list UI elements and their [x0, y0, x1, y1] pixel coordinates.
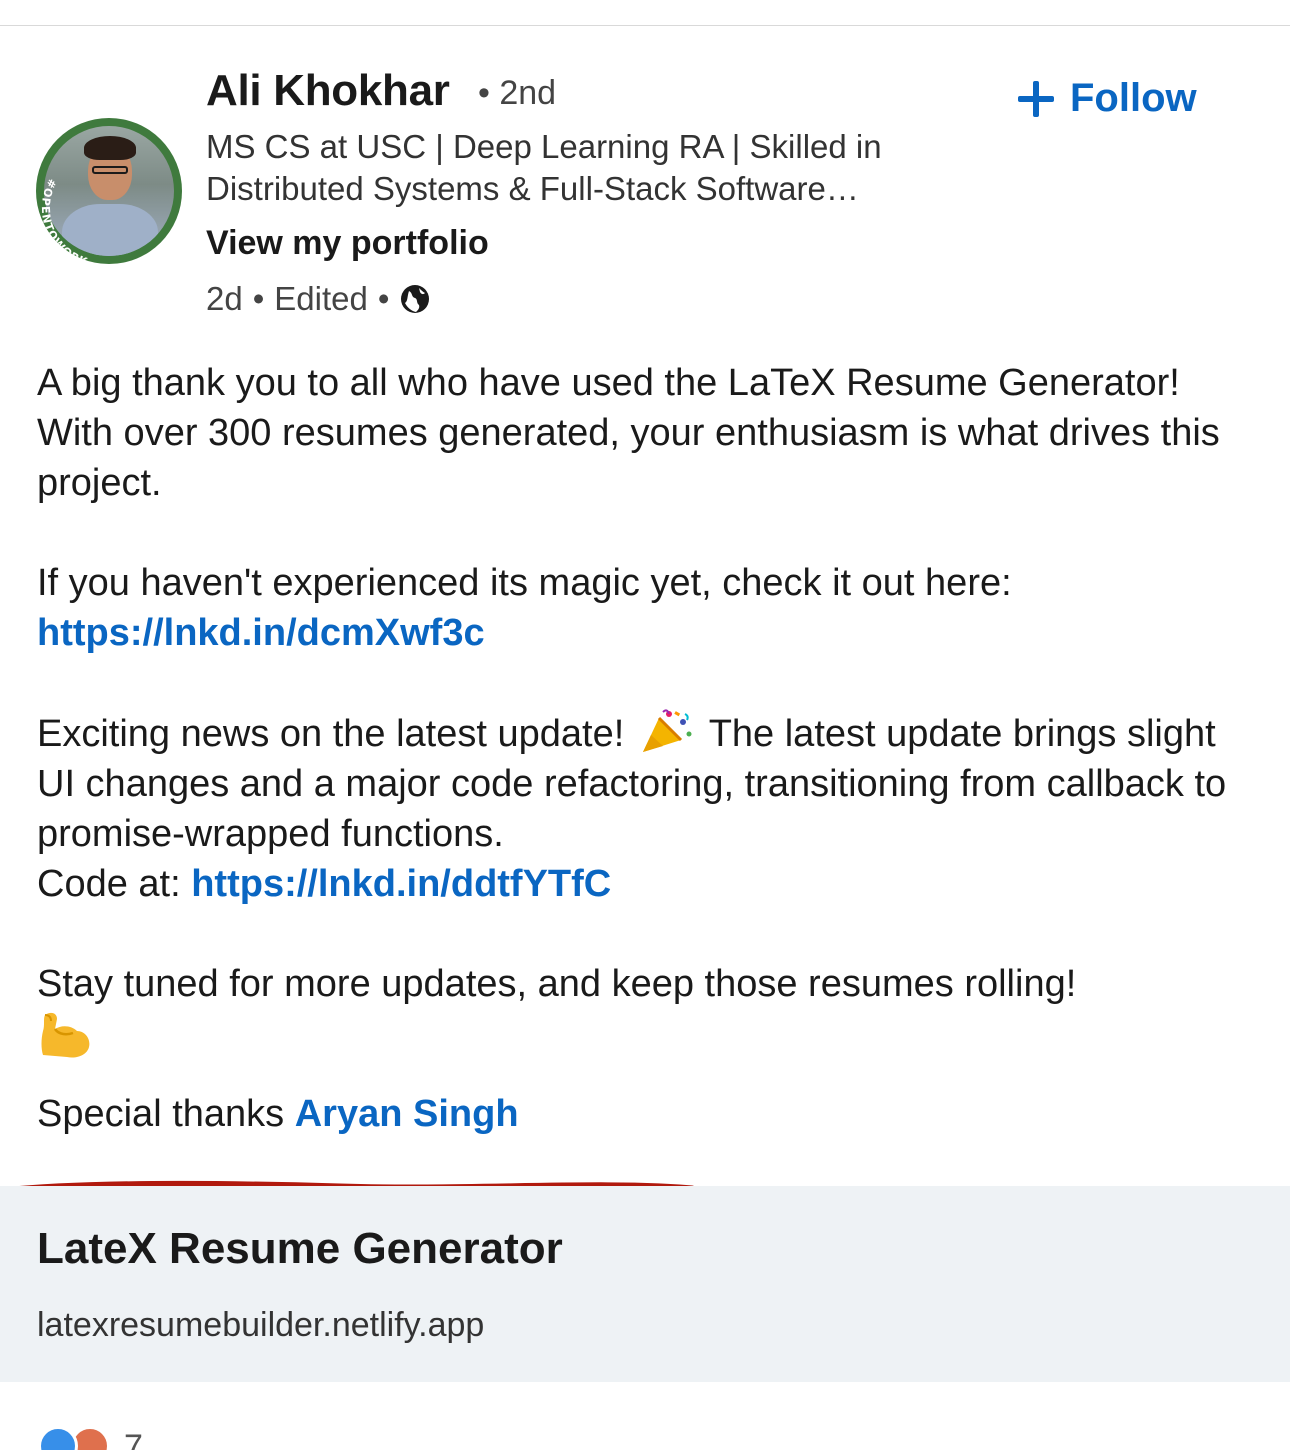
post-meta: 2d • Edited • — [206, 280, 431, 318]
post-paragraph-1: A big thank you to all who have used the… — [37, 362, 1220, 504]
open-to-work-badge: #OPENTOWORK — [39, 177, 90, 264]
mention-aryan-singh[interactable]: Aryan Singh — [295, 1093, 519, 1135]
party-popper-icon — [642, 709, 692, 752]
connection-degree: • 2nd — [478, 74, 557, 112]
author-headline: MS CS at USC | Deep Learning RA | Skille… — [206, 128, 882, 207]
post-paragraph-2: If you haven't experienced its magic yet… — [37, 558, 1257, 658]
code-prefix: Code at: — [37, 863, 181, 905]
post-body: A big thank you to all who have used the… — [37, 358, 1257, 1139]
meta-separator: • — [252, 280, 265, 317]
link-preview-title: LateX Resume Generator — [37, 1224, 563, 1273]
reaction-count: 7 — [124, 1428, 143, 1450]
post-link-2[interactable]: https://lnkd.in/ddtfYTfC — [191, 863, 611, 905]
post-paragraph-5: Special thanks Aryan Singh — [37, 1089, 1257, 1139]
meta-separator: • — [377, 280, 390, 317]
reactions-summary[interactable]: 7 — [38, 1424, 143, 1450]
link-preview-domain: latexresumebuilder.netlify.app — [37, 1306, 485, 1344]
like-reaction-icon — [38, 1425, 78, 1450]
flexed-biceps-icon — [41, 1012, 90, 1058]
post-paragraph-3: Exciting news on the latest update! The … — [37, 708, 1257, 909]
post-link-1[interactable]: https://lnkd.in/dcmXwf3c — [37, 612, 485, 654]
post-paragraph-5-text: Special thanks — [37, 1093, 285, 1135]
post-paragraph-2-text: If you haven't experienced its magic yet… — [37, 562, 1012, 604]
follow-label: Follow — [1070, 76, 1197, 120]
globe-icon — [401, 285, 430, 313]
plus-icon — [1016, 79, 1056, 119]
svg-text:#OPENTOWORK: #OPENTOWORK — [39, 177, 90, 264]
top-divider — [0, 25, 1290, 26]
follow-button[interactable]: Follow — [1016, 76, 1197, 121]
author-avatar[interactable]: #OPENTOWORK — [36, 118, 182, 264]
link-preview-card[interactable]: LateX Resume Generator latexresumebuilde… — [0, 1186, 1290, 1382]
post-time: 2d — [206, 280, 243, 317]
portfolio-link[interactable]: View my portfolio — [206, 224, 489, 263]
post-paragraph-3-text-a: Exciting news on the latest update! — [37, 713, 625, 755]
post-paragraph-4-text: Stay tuned for more updates, and keep th… — [37, 963, 1077, 1005]
author-name[interactable]: Ali Khokhar — [206, 66, 450, 116]
edited-label: Edited — [274, 280, 368, 317]
post-paragraph-4: Stay tuned for more updates, and keep th… — [37, 959, 1257, 1061]
